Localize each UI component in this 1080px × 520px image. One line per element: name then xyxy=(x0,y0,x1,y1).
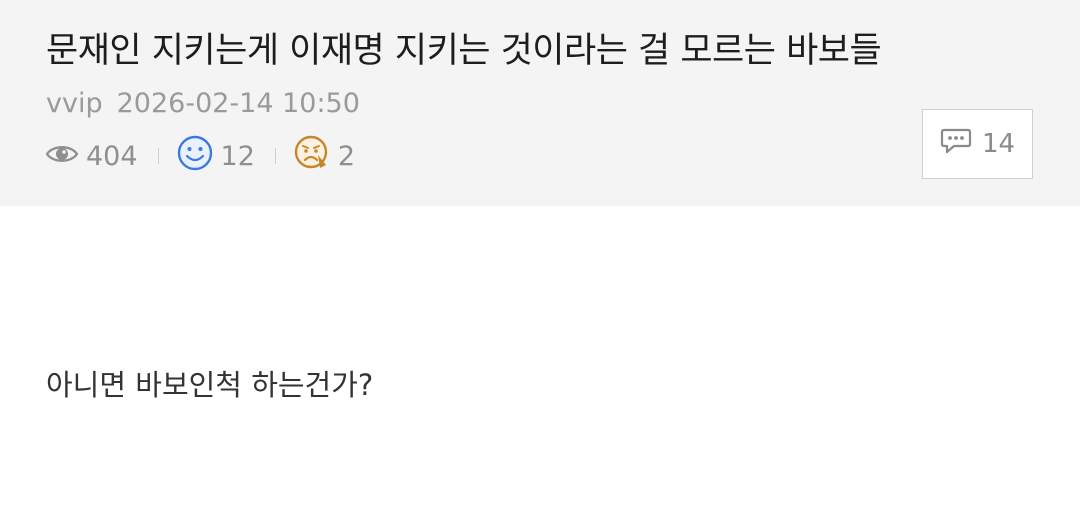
sad-face-icon xyxy=(294,135,330,178)
post-datetime: 2026-02-14 10:50 xyxy=(116,88,360,119)
post-body: 아니면 바보인척 하는건가? xyxy=(46,368,374,402)
post-stats: 404 12 2 xyxy=(45,135,355,178)
dislike-count[interactable]: 2 xyxy=(294,135,355,178)
post-title: 문재인 지키는게 이재명 지키는 것이라는 걸 모르는 바보들 xyxy=(46,31,882,71)
like-count-value: 12 xyxy=(220,140,255,172)
stat-divider xyxy=(274,148,276,164)
dislike-count-value: 2 xyxy=(337,140,356,172)
speech-bubble-icon xyxy=(940,127,972,162)
eye-icon xyxy=(45,141,79,172)
post-header: 문재인 지키는게 이재명 지키는 것이라는 걸 모르는 바보들 vvip 2026… xyxy=(0,0,1080,206)
post-meta: vvip 2026-02-14 10:50 xyxy=(46,88,360,119)
author-name[interactable]: vvip xyxy=(46,88,103,119)
smile-face-icon xyxy=(177,135,213,178)
view-count: 404 xyxy=(45,140,138,172)
like-count[interactable]: 12 xyxy=(177,135,255,178)
view-count-value: 404 xyxy=(86,140,138,172)
comment-count-value: 14 xyxy=(981,129,1016,159)
stat-divider xyxy=(157,148,159,164)
comment-count-button[interactable]: 14 xyxy=(922,109,1033,179)
